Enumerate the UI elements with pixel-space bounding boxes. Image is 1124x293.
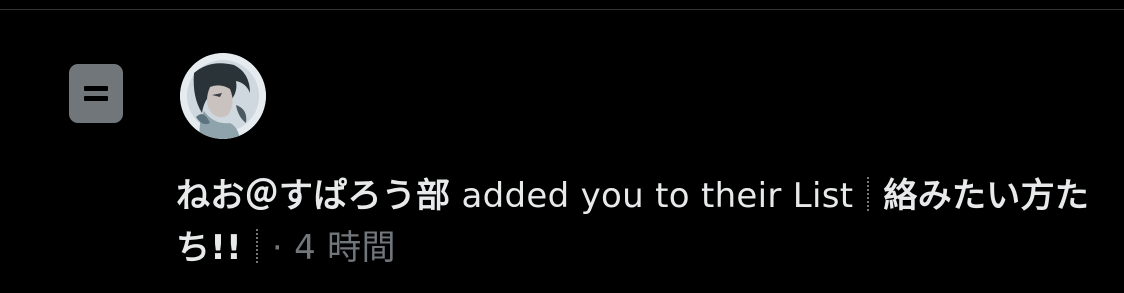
notification-action: added you to their List	[461, 176, 854, 216]
timestamp: 4 時間	[294, 228, 396, 268]
user-name-link[interactable]: ねお＠すぱろう部	[176, 176, 450, 216]
list-icon-bar	[84, 86, 108, 91]
time-separator: ·	[271, 228, 284, 268]
separator	[255, 229, 258, 263]
separator	[867, 177, 870, 211]
avatar[interactable]	[180, 53, 266, 139]
notification-text: ねお＠すぱろう部 added you to their List 絡みたい方たち!…	[176, 170, 1096, 274]
list-icon-bar	[84, 96, 108, 101]
top-divider	[0, 9, 1124, 10]
avatar-image-icon	[180, 53, 266, 139]
list-icon	[69, 64, 123, 123]
